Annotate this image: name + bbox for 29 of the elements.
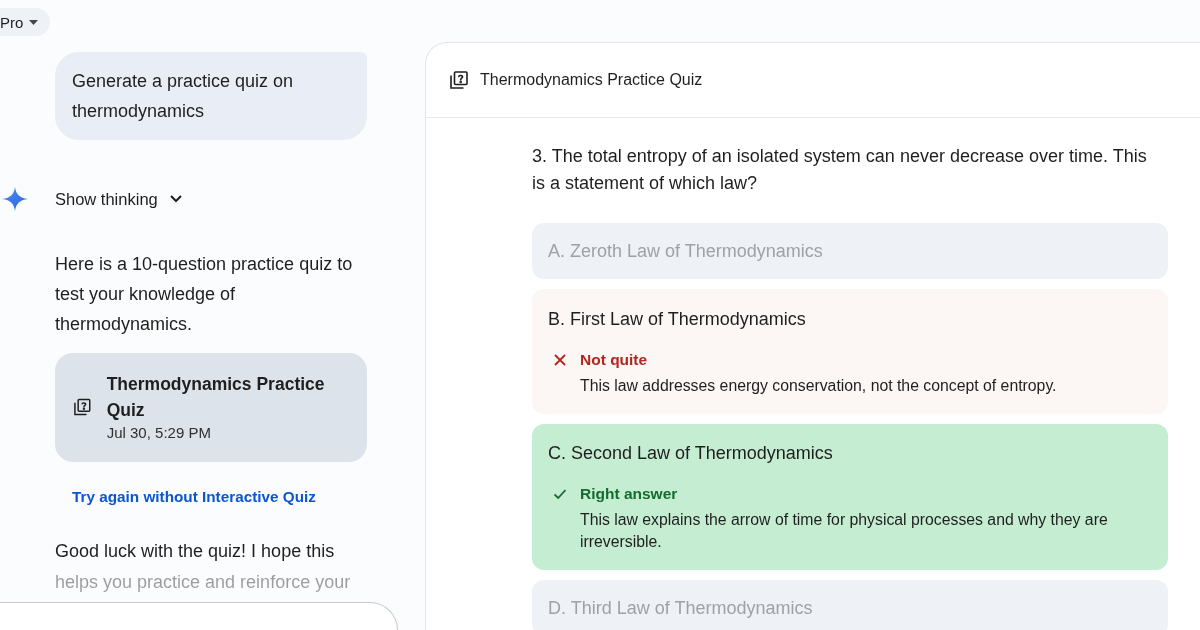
panel-title: Thermodynamics Practice Quiz [480, 71, 703, 89]
retry-link[interactable]: Try again without Interactive Quiz [72, 487, 316, 507]
quiz-card[interactable]: Thermodynamics Practice Quiz Jul 30, 5:29 PM [55, 353, 367, 462]
option-text: C. Second Law of Thermodynamics [548, 442, 834, 465]
answer-option[interactable]: B. First Law of Thermodynamics Not quite This law addresses energy conservation, not the concept of entropy. [532, 289, 1168, 414]
option-text: A. Zeroth Law of Thermodynamics [548, 240, 824, 263]
sparkle-icon [2, 187, 28, 211]
feedback-explanation: This law explains the arrow of time for physical processes and why they are irreversible. [580, 510, 1109, 552]
response-text: Good luck with the quiz! I hope this helps you practice and reinforce your [55, 540, 352, 594]
question-text: 3. The total entropy of an isolated system can never decrease over time. This is a statement of which law? [532, 145, 1148, 195]
caret-icon [29, 19, 39, 25]
user-message: Generate a practice quiz on thermodynamics [55, 52, 367, 140]
check-icon [554, 488, 566, 500]
option-text: D. Third Law of Thermodynamics [548, 597, 814, 620]
response-text: Here is a 10-question practice quiz to test your knowledge of thermodynamics. [55, 253, 354, 336]
chevron-icon [169, 195, 182, 203]
model-picker[interactable]: Pro [0, 8, 51, 36]
feedback-explanation: This law addresses energy conservation, not the concept of entropy. [580, 376, 1058, 396]
quiz-icon [74, 398, 91, 416]
feedback-label: Right answer [580, 484, 679, 504]
show-thinking-button[interactable]: Show thinking [55, 189, 182, 209]
prompt-input-field[interactable] [0, 602, 398, 630]
feedback-label: Not quite [580, 350, 649, 370]
option-text: B. First Law of Thermodynamics [548, 308, 807, 331]
cross-icon [554, 354, 566, 366]
quiz-icon [450, 71, 468, 89]
quiz-card-timestamp: Jul 30, 5:29 PM [106, 423, 212, 443]
quiz-card-title: Thermodynamics Practice Quiz [106, 373, 326, 422]
answer-option[interactable]: C. Second Law of Thermodynamics Right answer This law explains the arrow of time for physical processes and why they are irreversible. [532, 424, 1168, 570]
